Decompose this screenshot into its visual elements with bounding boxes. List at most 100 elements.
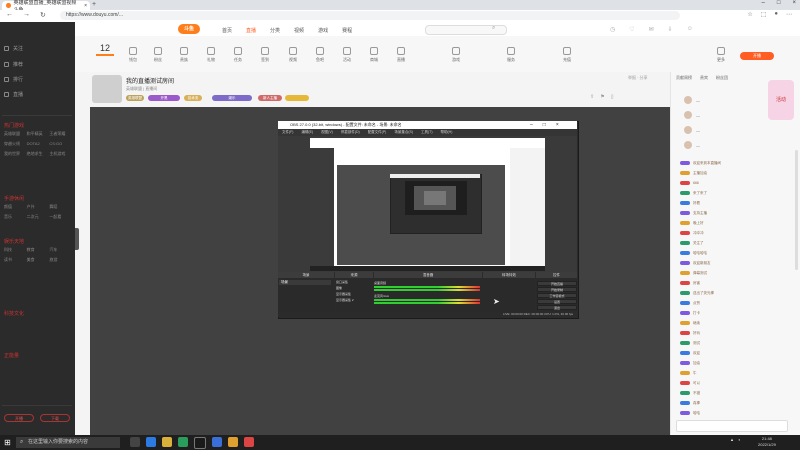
category-item[interactable]: 视频 [282, 47, 304, 63]
category-item[interactable]: 商城 [363, 47, 385, 63]
reload-icon[interactable]: ↻ [40, 11, 46, 19]
windows-start-icon[interactable]: ⊞ [4, 438, 11, 447]
chat-scrollbar[interactable] [795, 150, 798, 270]
message-icon[interactable]: ✉ [649, 26, 654, 33]
category-item[interactable]: 贵族 [173, 47, 195, 63]
obs-menu-item[interactable]: 视图(V) [321, 129, 333, 136]
category-item[interactable]: 签到 [254, 47, 276, 63]
menu-item[interactable]: 首页 [222, 27, 232, 34]
sidebar-collapse-handle[interactable] [75, 228, 79, 250]
rank-row[interactable]: — [684, 141, 700, 149]
app-icon[interactable] [228, 437, 238, 447]
sidebar-category[interactable]: 户外 [27, 204, 50, 210]
settings-button[interactable]: 设置 [537, 299, 577, 304]
sidebar-download-button[interactable]: 下载 [40, 414, 70, 422]
obs-menu-item[interactable]: 配置文件(P) [368, 129, 387, 136]
start-recording-button[interactable]: 开始录制 [537, 287, 577, 292]
share-icon[interactable]: ⇪ [590, 94, 594, 100]
sidebar-category[interactable]: 读书 [4, 257, 27, 263]
chat-input[interactable] [676, 420, 788, 432]
wechat-icon[interactable] [178, 437, 188, 447]
category-item[interactable]: 钱包 [122, 47, 144, 63]
source-item[interactable]: 显示器采集 [336, 292, 372, 296]
extensions-icon[interactable]: ⬚ [761, 11, 767, 18]
sidebar-category[interactable]: 美食 [27, 257, 50, 263]
phone-icon[interactable]: ▯ [611, 94, 614, 100]
menu-item[interactable]: 游戏 [318, 27, 328, 34]
sidebar-category[interactable]: 汽车 [49, 247, 72, 253]
menu-item-active[interactable]: 直播 [246, 27, 256, 34]
sidebar-category[interactable]: 我的世界 [4, 151, 27, 157]
start-live-button[interactable]: 开播 [740, 52, 774, 60]
obs-menu-item[interactable]: 场景集合(S) [394, 129, 413, 136]
taskbar-clock[interactable]: 21:48 2022/1/29 [758, 436, 776, 448]
sidebar-category[interactable]: 教育 [27, 247, 50, 253]
app-icon[interactable] [212, 437, 222, 447]
minimize-icon[interactable]: – [762, 0, 765, 6]
menu-item[interactable]: 分类 [270, 27, 280, 34]
chat-tab[interactable]: 贡献周榜 [676, 75, 692, 81]
history-icon[interactable]: ◷ [610, 26, 615, 33]
category-item[interactable]: 游戏 [445, 47, 467, 63]
category-item[interactable]: 充值 [556, 47, 578, 63]
category-item[interactable]: 更多 [710, 47, 732, 63]
sidebar-category[interactable]: 音乐 [4, 214, 27, 220]
menu-item[interactable]: 赛程 [342, 27, 352, 34]
room-tag[interactable]: 技术流 [184, 95, 202, 101]
rank-row[interactable]: — [684, 126, 700, 134]
streamer-avatar[interactable] [92, 75, 122, 103]
back-icon[interactable]: ← [6, 11, 13, 19]
site-logo[interactable]: 斗鱼 [178, 24, 200, 34]
maximize-icon[interactable]: □ [543, 121, 546, 129]
exit-button[interactable]: 退出 [537, 305, 577, 310]
sidebar-item-recommend[interactable]: 推荐 [4, 61, 23, 68]
room-tag[interactable]: 新人主播 [258, 95, 282, 101]
close-icon[interactable]: × [556, 121, 559, 129]
scene-list-item[interactable]: 场景 [279, 280, 331, 285]
network-icon[interactable]: ▲ [730, 437, 734, 442]
room-tag[interactable]: 英雄联盟 [126, 95, 144, 101]
edge-icon[interactable] [146, 437, 156, 447]
chat-tab[interactable]: 贵宾 [700, 75, 708, 81]
start-streaming-button[interactable]: 开始直播 [537, 281, 577, 286]
profile-icon[interactable]: ● [774, 11, 778, 18]
folder-icon[interactable] [162, 437, 172, 447]
promo-banner[interactable]: 活动 [768, 80, 794, 120]
chat-tab[interactable]: 粉丝团 [716, 75, 728, 81]
task-view-icon[interactable] [130, 437, 140, 447]
category-item[interactable]: 鱼吧 [309, 47, 331, 63]
minimize-icon[interactable]: – [530, 121, 533, 129]
room-tag[interactable]: 开黑 [148, 95, 180, 101]
volume-icon[interactable]: ◖ [738, 437, 740, 442]
app-icon[interactable] [244, 437, 254, 447]
sidebar-category[interactable]: 英雄联盟 [4, 131, 27, 137]
sidebar-category[interactable]: 王者荣耀 [49, 131, 72, 137]
sidebar-category[interactable]: 科技 [4, 247, 27, 253]
sidebar-category[interactable]: DOTA2 [27, 141, 50, 147]
report-icon[interactable]: ⚑ [600, 94, 604, 100]
obs-menu-item[interactable]: 帮助(H) [441, 129, 453, 136]
studio-mode-button[interactable]: 工作室模式 [537, 293, 577, 298]
user-icon[interactable]: ☺ [687, 26, 693, 33]
close-window-icon[interactable]: × [792, 0, 796, 6]
obs-app-icon[interactable] [194, 437, 206, 449]
sidebar-category[interactable]: 绝地求生 [27, 151, 50, 157]
menu-item[interactable]: 视频 [294, 27, 304, 34]
category-item[interactable]: 活动 [336, 47, 358, 63]
room-tag[interactable]: 娱乐 [212, 95, 252, 101]
sidebar-item-rank[interactable]: 排行 [4, 76, 23, 83]
sidebar-category[interactable]: 和平精英 [27, 131, 50, 137]
new-tab-button[interactable]: + [92, 1, 96, 8]
category-item[interactable]: 服务 [500, 47, 522, 63]
sidebar-category[interactable]: 二次元 [27, 214, 50, 220]
obs-menu-item[interactable]: 文件(F) [282, 129, 293, 136]
sidebar-category[interactable]: 主机游戏 [49, 151, 72, 157]
sidebar-item-live[interactable]: 直播 [4, 91, 23, 98]
sidebar-category[interactable]: 旅游 [49, 257, 72, 263]
search-icon[interactable]: ⌕ [492, 25, 495, 32]
download-icon[interactable]: ⇩ [668, 26, 673, 33]
sidebar-item-follow[interactable]: 关注 [4, 45, 23, 52]
menu-icon[interactable]: ⋯ [786, 11, 792, 18]
source-item[interactable]: 窗口采集 [336, 280, 372, 284]
star-icon[interactable]: ☆ [747, 11, 752, 18]
